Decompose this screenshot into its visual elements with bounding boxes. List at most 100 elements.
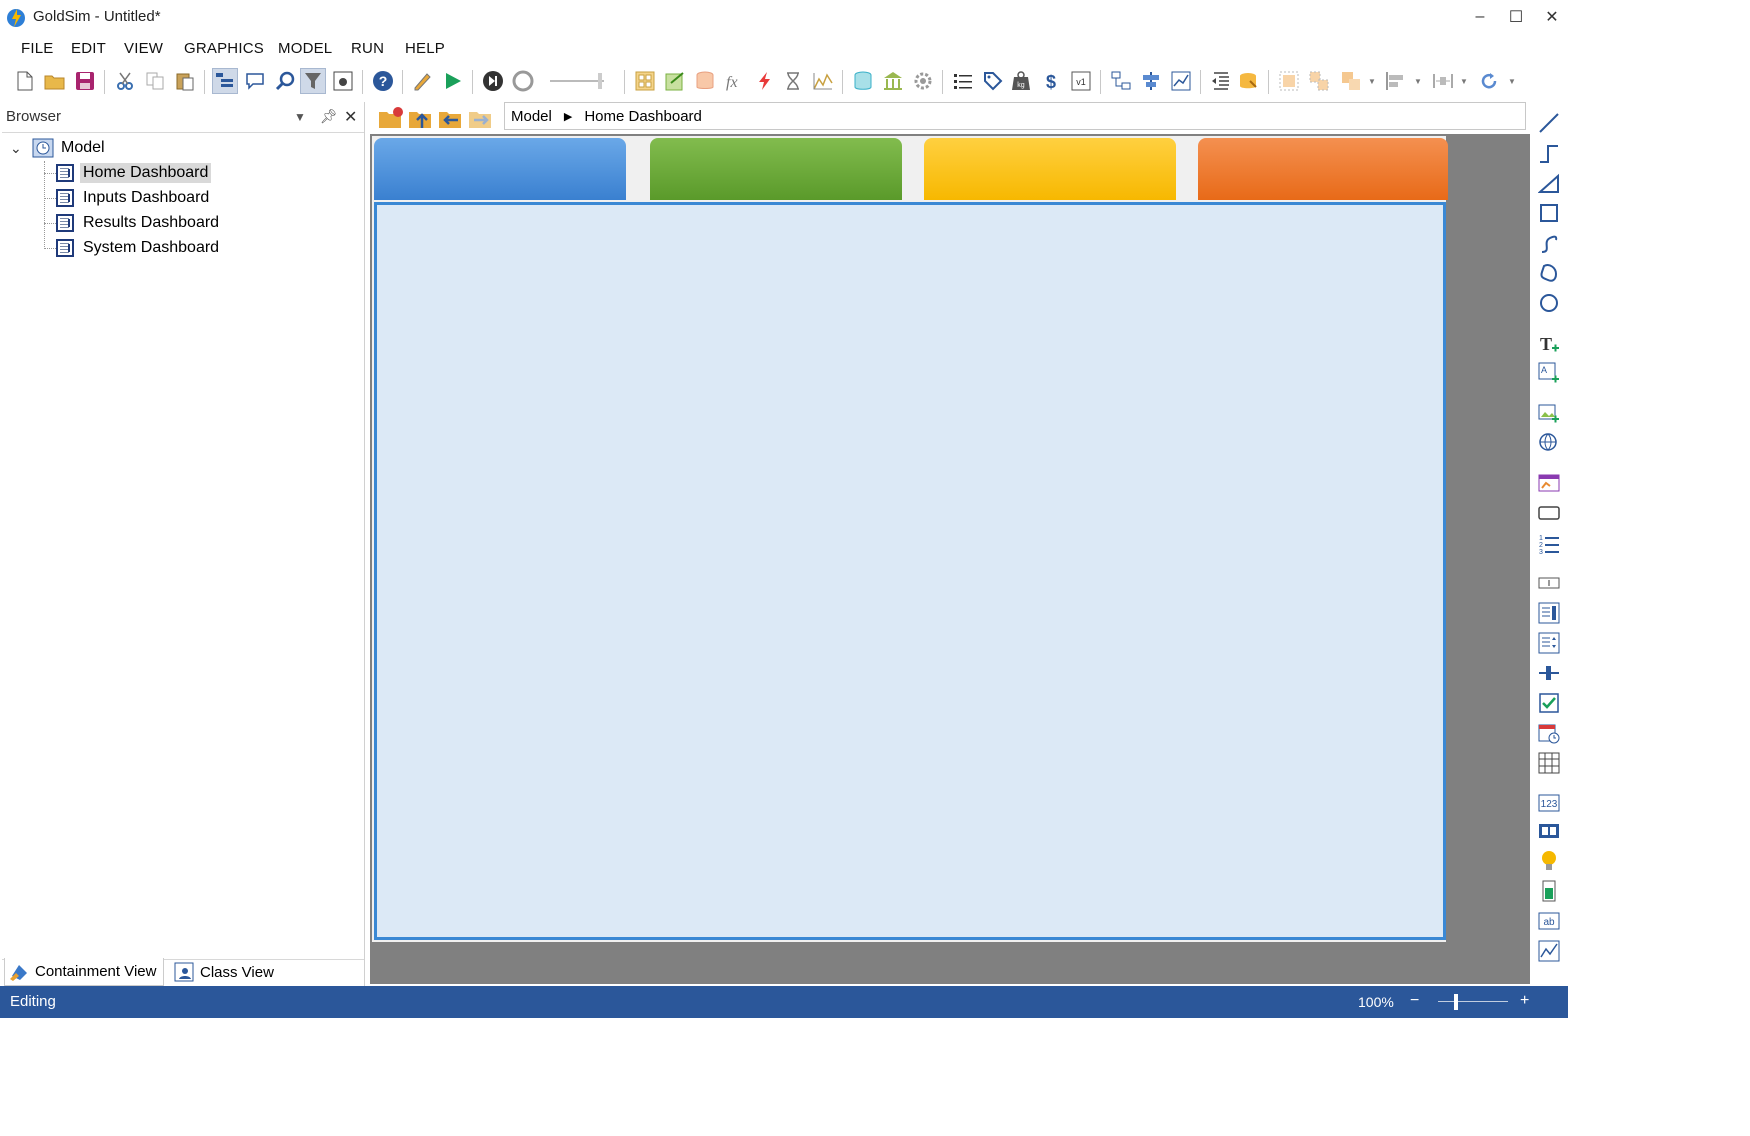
- tag-icon[interactable]: [980, 68, 1006, 94]
- space-evenly-icon[interactable]: [1430, 68, 1456, 94]
- maximize-button[interactable]: ☐: [1504, 6, 1528, 28]
- tree-node-home-dashboard[interactable]: Home Dashboard: [56, 162, 212, 184]
- chart-icon[interactable]: [1168, 68, 1194, 94]
- event-icon[interactable]: [752, 68, 778, 94]
- curve-tool-icon[interactable]: [1536, 230, 1562, 256]
- menu-file[interactable]: FILE: [21, 40, 53, 57]
- slider-control-icon[interactable]: [1536, 600, 1562, 626]
- connector-tool-icon[interactable]: [1536, 140, 1562, 166]
- list-icon[interactable]: [950, 68, 976, 94]
- dashboard-layout-icon[interactable]: [1108, 68, 1134, 94]
- ungroup-icon[interactable]: [1306, 68, 1332, 94]
- tree-node-inputs-dashboard[interactable]: Inputs Dashboard: [56, 187, 212, 209]
- pin-icon[interactable]: 📌︎: [320, 108, 338, 125]
- run-icon[interactable]: [440, 68, 466, 94]
- chevron-down-icon[interactable]: ▼: [1508, 77, 1516, 86]
- new-file-icon[interactable]: [12, 68, 38, 94]
- zoom-slider[interactable]: [1438, 994, 1508, 1010]
- zoom-in-icon[interactable]: +: [1520, 992, 1529, 1010]
- tab-containment-view[interactable]: Containment View: [4, 958, 164, 986]
- breadcrumb-item-model[interactable]: Model: [511, 108, 552, 125]
- button-control-icon[interactable]: [1536, 500, 1562, 526]
- step-icon[interactable]: [480, 68, 506, 94]
- chevron-down-icon[interactable]: ▼: [1414, 77, 1422, 86]
- align-left-icon[interactable]: [1382, 68, 1408, 94]
- menu-help[interactable]: HELP: [405, 40, 445, 57]
- rotate-icon[interactable]: [1476, 68, 1502, 94]
- save-icon[interactable]: [72, 68, 98, 94]
- collapse-chevron-icon[interactable]: ⌄: [10, 140, 28, 157]
- run-speed-slider[interactable]: [548, 68, 608, 94]
- gauge-bar-icon[interactable]: [1536, 878, 1562, 904]
- zoom-out-icon[interactable]: −: [1410, 992, 1419, 1010]
- go-up-icon[interactable]: [408, 106, 434, 130]
- currency-icon[interactable]: $: [1038, 68, 1064, 94]
- comment-icon[interactable]: [242, 68, 268, 94]
- chevron-down-icon[interactable]: ▼: [1368, 77, 1376, 86]
- hyperlink-icon[interactable]: [1536, 430, 1562, 456]
- menu-model[interactable]: MODEL: [278, 40, 332, 57]
- add-text-box-icon[interactable]: A: [1536, 360, 1562, 386]
- units-icon[interactable]: kg: [1008, 68, 1034, 94]
- delay-icon[interactable]: [780, 68, 806, 94]
- tab-class-view[interactable]: Class View: [170, 958, 304, 986]
- add-text-icon[interactable]: T: [1536, 330, 1562, 356]
- chevron-down-icon[interactable]: ▼: [1460, 77, 1468, 86]
- search-icon[interactable]: [272, 68, 298, 94]
- go-forward-icon[interactable]: [468, 106, 494, 130]
- go-back-icon[interactable]: [438, 106, 464, 130]
- cut-icon[interactable]: [112, 68, 138, 94]
- pane-menu-chevron-icon[interactable]: ▼: [294, 110, 306, 124]
- options-icon[interactable]: [330, 68, 356, 94]
- date-picker-icon[interactable]: [1536, 720, 1562, 746]
- group-icon[interactable]: [1276, 68, 1302, 94]
- help-icon[interactable]: ?: [370, 68, 396, 94]
- data-element-icon[interactable]: [662, 68, 688, 94]
- dashboard-tab-green[interactable]: [650, 138, 902, 200]
- copy-icon[interactable]: [142, 68, 168, 94]
- menu-edit[interactable]: EDIT: [71, 40, 106, 57]
- open-folder-icon[interactable]: [42, 68, 68, 94]
- tree-node-model[interactable]: ⌄ Model: [10, 137, 108, 159]
- paste-icon[interactable]: [172, 68, 198, 94]
- export-db-icon[interactable]: [1236, 68, 1262, 94]
- line-tool-icon[interactable]: [1536, 110, 1562, 136]
- align-center-icon[interactable]: [1138, 68, 1164, 94]
- numeric-display-icon[interactable]: 123: [1536, 790, 1562, 816]
- menu-run[interactable]: RUN: [351, 40, 384, 57]
- settings-gear-icon[interactable]: [910, 68, 936, 94]
- ellipse-tool-icon[interactable]: [1536, 290, 1562, 316]
- close-window-button[interactable]: ✕: [1540, 6, 1564, 28]
- table-grid-icon[interactable]: [1536, 750, 1562, 776]
- spinner-control-icon[interactable]: [1536, 630, 1562, 656]
- edit-mode-icon[interactable]: [410, 68, 436, 94]
- library-icon[interactable]: [880, 68, 906, 94]
- reservoir-icon[interactable]: [692, 68, 718, 94]
- dashboard-tab-blue[interactable]: [374, 138, 626, 200]
- function-icon[interactable]: fx: [722, 68, 748, 94]
- database-icon[interactable]: [850, 68, 876, 94]
- menu-graphics[interactable]: GRAPHICS: [184, 40, 264, 57]
- version-icon[interactable]: v1: [1068, 68, 1094, 94]
- rectangle-tool-icon[interactable]: [1536, 200, 1562, 226]
- filter-icon[interactable]: [300, 68, 326, 94]
- dashboard-tab-yellow[interactable]: [924, 138, 1176, 200]
- status-light-icon[interactable]: [1536, 848, 1562, 874]
- polyline-tool-icon[interactable]: [1536, 170, 1562, 196]
- result-chart-icon[interactable]: [810, 68, 836, 94]
- close-pane-icon[interactable]: ✕: [344, 107, 357, 127]
- tree-node-system-dashboard[interactable]: System Dashboard: [56, 237, 222, 259]
- dashboard-tab-orange[interactable]: [1198, 138, 1448, 200]
- input-field-icon[interactable]: [1536, 570, 1562, 596]
- reset-icon[interactable]: [510, 68, 536, 94]
- breadcrumb-item-home-dashboard[interactable]: Home Dashboard: [584, 108, 702, 125]
- chart-display-icon[interactable]: [1536, 938, 1562, 964]
- horizontal-slider-icon[interactable]: [1536, 660, 1562, 686]
- go-to-root-icon[interactable]: [378, 106, 404, 130]
- minimize-button[interactable]: –: [1468, 6, 1492, 28]
- container-icon[interactable]: [632, 68, 658, 94]
- import-icon[interactable]: [1208, 68, 1234, 94]
- tree-node-results-dashboard[interactable]: Results Dashboard: [56, 212, 222, 234]
- model-canvas[interactable]: [370, 134, 1530, 984]
- digital-display-icon[interactable]: [1536, 818, 1562, 844]
